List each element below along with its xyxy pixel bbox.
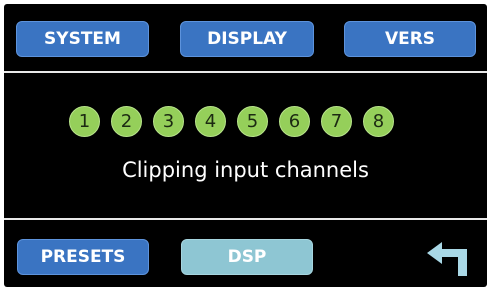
channel-number: 3 bbox=[162, 111, 175, 132]
bottom-divider bbox=[4, 218, 487, 220]
channel-indicator-3: 3 bbox=[153, 106, 184, 137]
channel-number: 7 bbox=[330, 111, 343, 132]
clipping-caption: Clipping input channels bbox=[122, 158, 369, 182]
back-button[interactable] bbox=[427, 242, 473, 276]
channel-indicator-1: 1 bbox=[69, 106, 100, 137]
display-button[interactable]: DISPLAY bbox=[180, 21, 314, 57]
display-button-label: DISPLAY bbox=[207, 29, 287, 49]
top-divider bbox=[4, 71, 487, 73]
return-arrow-icon bbox=[427, 242, 467, 276]
presets-button-label: PRESETS bbox=[40, 247, 126, 267]
vers-button[interactable]: VERS bbox=[344, 21, 476, 57]
channel-indicator-5: 5 bbox=[237, 106, 268, 137]
system-button-label: SYSTEM bbox=[44, 29, 121, 49]
channel-indicator-4: 4 bbox=[195, 106, 226, 137]
presets-button[interactable]: PRESETS bbox=[17, 239, 149, 275]
channel-indicator-6: 6 bbox=[279, 106, 310, 137]
channel-indicator-8: 8 bbox=[363, 106, 394, 137]
channel-number: 8 bbox=[372, 111, 385, 132]
channel-number: 4 bbox=[204, 111, 217, 132]
vers-button-label: VERS bbox=[384, 29, 436, 49]
system-button[interactable]: SYSTEM bbox=[16, 21, 149, 57]
dsp-button-label: DSP bbox=[227, 247, 267, 267]
channel-number: 2 bbox=[120, 111, 133, 132]
channel-indicator-7: 7 bbox=[321, 106, 352, 137]
channel-number: 6 bbox=[288, 111, 301, 132]
channel-number: 1 bbox=[78, 111, 91, 132]
dsp-button[interactable]: DSP bbox=[181, 239, 313, 275]
device-screen: SYSTEM DISPLAY VERS 1 2 3 4 5 6 7 8 Clip… bbox=[4, 4, 487, 287]
channel-indicators: 1 2 3 4 5 6 7 8 bbox=[69, 106, 394, 137]
channel-number: 5 bbox=[246, 111, 259, 132]
channel-indicator-2: 2 bbox=[111, 106, 142, 137]
